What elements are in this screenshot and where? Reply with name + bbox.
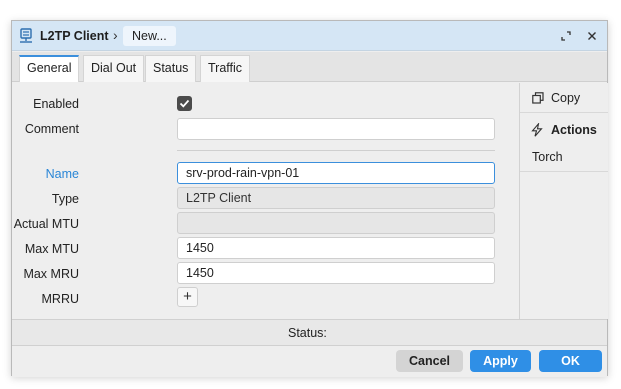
max-mtu-label: Max MTU	[24, 242, 79, 256]
copy-button[interactable]: Copy	[520, 83, 608, 113]
action-sidebar: Copy Actions Torch	[519, 83, 608, 319]
general-form: Enabled Comment Name Type L2TP Client Ac…	[12, 83, 519, 319]
tab-status[interactable]: Status	[145, 55, 197, 82]
tab-dial-out[interactable]: Dial Out	[83, 55, 145, 82]
l2tp-client-dialog: L2TP Client › New... General Dial Out St…	[11, 20, 608, 377]
dialog-button-bar: Cancel Apply OK	[12, 347, 607, 377]
max-mru-field[interactable]	[177, 262, 495, 284]
title-bar: L2TP Client › New...	[12, 21, 607, 51]
ok-button[interactable]: OK	[539, 350, 602, 372]
actual-mtu-label: Actual MTU	[13, 217, 79, 231]
form-divider	[177, 150, 495, 151]
comment-field[interactable]	[177, 118, 495, 140]
tab-general[interactable]: General	[19, 55, 80, 82]
max-mru-label: Max MRU	[23, 267, 79, 281]
name-label: Name	[45, 167, 79, 181]
copy-label: Copy	[551, 91, 581, 105]
tab-traffic[interactable]: Traffic	[200, 55, 251, 82]
breadcrumb-item[interactable]: New...	[123, 26, 176, 46]
status-bar: Status:	[12, 319, 607, 346]
actual-mtu-value	[177, 212, 495, 234]
mrru-add-button[interactable]: +	[177, 287, 198, 307]
network-adapter-icon	[18, 27, 36, 45]
type-value: L2TP Client	[177, 187, 495, 209]
cancel-button[interactable]: Cancel	[396, 350, 463, 372]
actions-heading: Actions	[551, 123, 597, 137]
max-mtu-field[interactable]	[177, 237, 495, 259]
tab-bar: General Dial Out Status Traffic	[12, 52, 607, 82]
restore-icon[interactable]	[558, 28, 574, 44]
torch-button[interactable]: Torch	[532, 150, 563, 164]
breadcrumb-chevron-icon: ›	[113, 27, 118, 43]
copy-icon	[532, 92, 544, 104]
status-text: Status:	[288, 326, 327, 340]
comment-label: Comment	[24, 122, 79, 136]
window-title: L2TP Client	[40, 29, 109, 43]
mrru-label: MRRU	[41, 292, 80, 306]
enabled-label: Enabled	[33, 97, 79, 111]
actions-bolt-icon	[530, 121, 544, 137]
actions-group: Actions Torch	[520, 114, 608, 172]
enabled-checkbox[interactable]	[177, 96, 192, 111]
close-icon[interactable]	[584, 28, 600, 44]
name-field[interactable]	[177, 162, 495, 184]
apply-button[interactable]: Apply	[470, 350, 531, 372]
type-label: Type	[51, 192, 79, 206]
